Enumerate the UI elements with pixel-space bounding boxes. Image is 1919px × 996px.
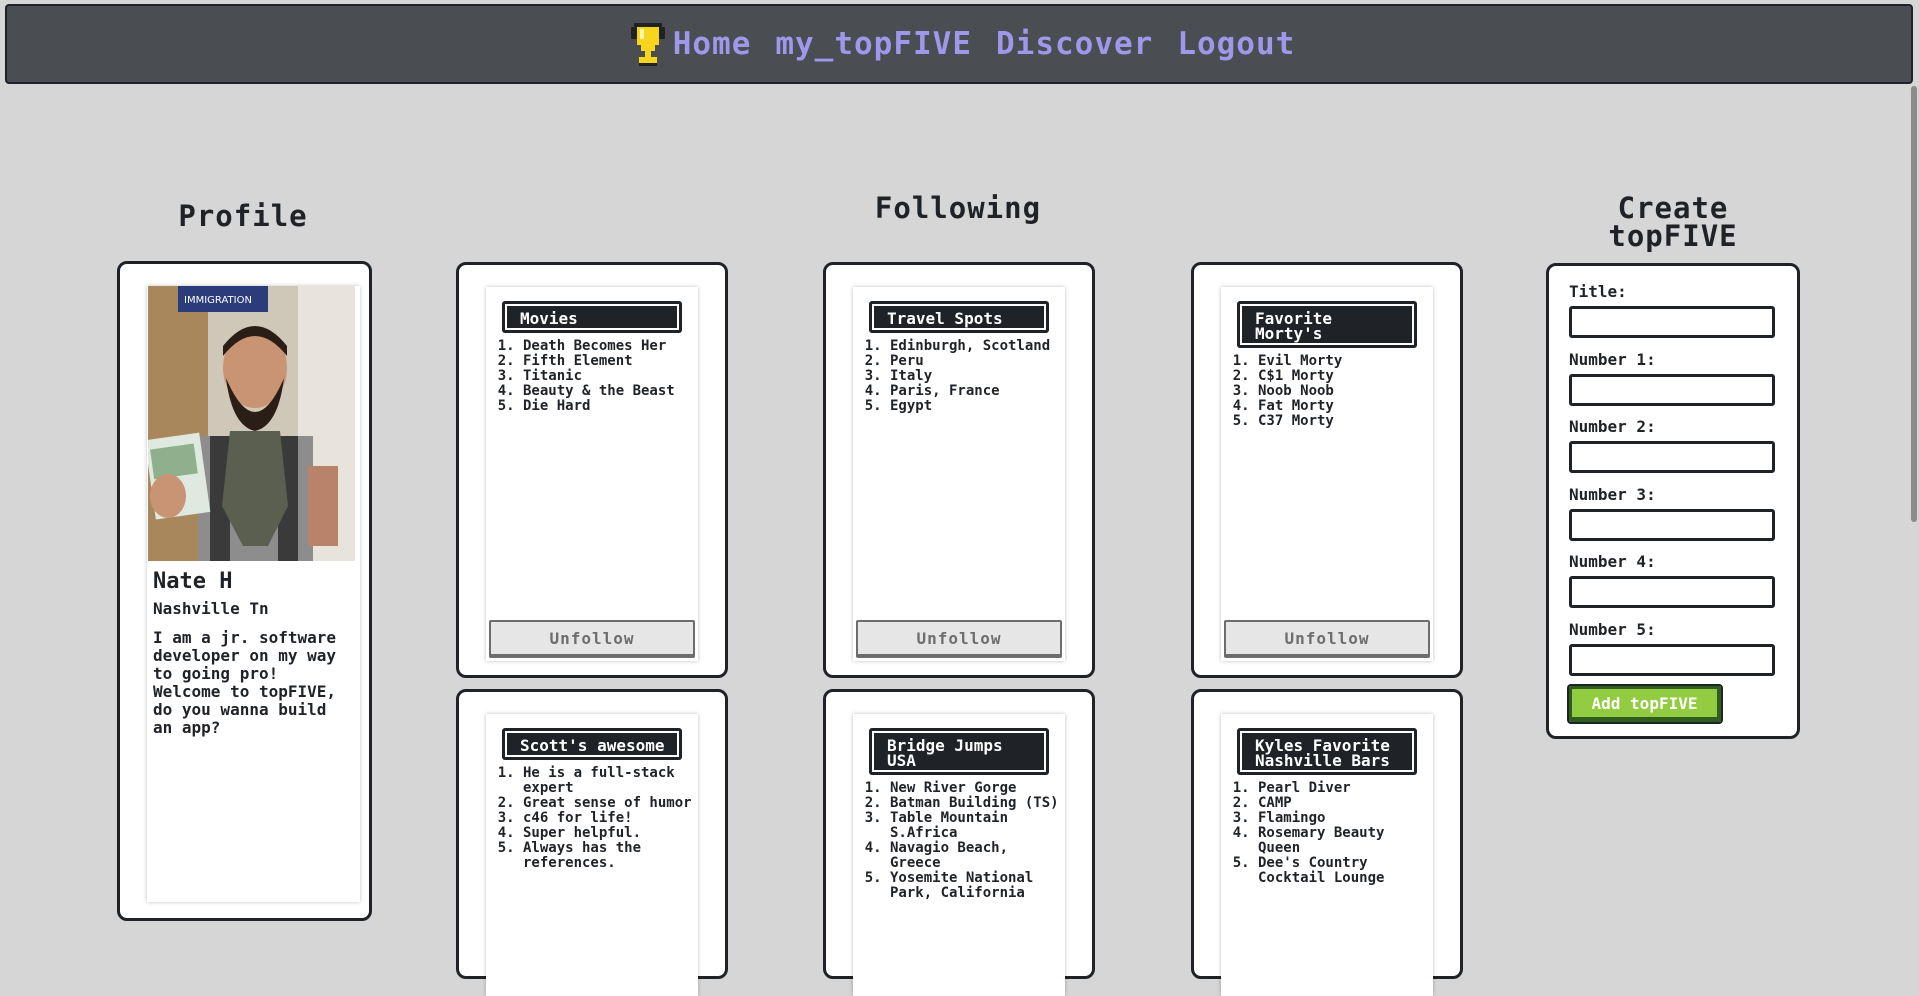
page-scrollbar[interactable] bbox=[1911, 86, 1917, 522]
topfive-list-inner: Scott's awesome He is a full-stack expert… bbox=[486, 714, 698, 996]
number-4-input[interactable] bbox=[1569, 576, 1775, 608]
topfive-list-inner: Kyles Favorite Nashville Bars Pearl Diver… bbox=[1221, 714, 1433, 996]
nav-logout-link[interactable]: Logout bbox=[1177, 26, 1295, 62]
list-item: Flamingo bbox=[1258, 811, 1429, 826]
svg-text:IMMIGRATION: IMMIGRATION bbox=[184, 295, 252, 306]
profile-bio: I am a jr. software developer on my way … bbox=[153, 628, 337, 737]
list-item: Edinburgh, Scotland bbox=[890, 339, 1061, 354]
list-item: Fifth Element bbox=[523, 354, 694, 369]
topfive-list-title: Kyles Favorite Nashville Bars bbox=[1237, 728, 1417, 775]
topfive-list-title: Scott's awesome bbox=[502, 728, 682, 760]
list-item: Fat Morty bbox=[1258, 399, 1429, 414]
nav-my-topfive-link[interactable]: my_topFIVE bbox=[775, 26, 972, 62]
list-item: Rosemary Beauty Queen bbox=[1258, 826, 1429, 856]
trophy-icon bbox=[630, 23, 665, 66]
topfive-list-card: Favorite Morty's Evil MortyC$1 MortyNoob … bbox=[1191, 262, 1463, 678]
list-item: Egypt bbox=[890, 399, 1061, 414]
topfive-list-inner: Movies Death Becomes HerFifth ElementTita… bbox=[486, 287, 698, 661]
list-item: c46 for life! bbox=[523, 811, 694, 826]
profile-card: IMMIGRATION Nate H Nashville Tn I am a j… bbox=[117, 261, 372, 921]
create-topfive-heading: Create topFIVE bbox=[1546, 191, 1800, 253]
create-topfive-form: Title: Number 1: Number 2: Number 3: Num… bbox=[1546, 263, 1800, 739]
list-item: Table Mountain S.Africa bbox=[890, 811, 1061, 841]
topfive-list-card: Movies Death Becomes HerFifth ElementTita… bbox=[456, 262, 728, 678]
list-item: Pearl Diver bbox=[1258, 781, 1429, 796]
unfollow-button[interactable]: Unfollow bbox=[1224, 620, 1430, 658]
list-item: He is a full-stack expert bbox=[523, 766, 694, 796]
profile-heading: Profile bbox=[178, 199, 308, 233]
number-3-input[interactable] bbox=[1569, 509, 1775, 541]
topfive-list-title: Travel Spots bbox=[869, 301, 1049, 333]
number-5-label: Number 5: bbox=[1569, 620, 1656, 639]
topfive-list-title: Bridge Jumps USA bbox=[869, 728, 1049, 775]
navbar: Home my_topFIVE Discover Logout bbox=[5, 4, 1913, 84]
title-input[interactable] bbox=[1569, 306, 1775, 338]
list-item: Death Becomes Her bbox=[523, 339, 694, 354]
list-item: Paris, France bbox=[890, 384, 1061, 399]
list-item: Batman Building (TS) bbox=[890, 796, 1061, 811]
number-1-label: Number 1: bbox=[1569, 350, 1656, 369]
topfive-list-items: Edinburgh, ScotlandPeruItalyParis, Franc… bbox=[853, 339, 1061, 414]
list-item: Yosemite National Park, California bbox=[890, 871, 1061, 901]
list-item: CAMP bbox=[1258, 796, 1429, 811]
topfive-list-card: Scott's awesome He is a full-stack expert… bbox=[456, 689, 728, 996]
list-item: Die Hard bbox=[523, 399, 694, 414]
list-item: New River Gorge bbox=[890, 781, 1061, 796]
topfive-list-items: New River GorgeBatman Building (TS)Table… bbox=[853, 781, 1061, 901]
following-heading: Following bbox=[874, 191, 1042, 225]
unfollow-button[interactable]: Unfollow bbox=[856, 620, 1062, 658]
list-item: Noob Noob bbox=[1258, 384, 1429, 399]
list-item: Italy bbox=[890, 369, 1061, 384]
nav-home-link[interactable]: Home bbox=[673, 26, 752, 62]
topfive-list-card: Travel Spots Edinburgh, ScotlandPeruItaly… bbox=[823, 262, 1095, 678]
number-1-input[interactable] bbox=[1569, 374, 1775, 406]
topfive-list-inner: Travel Spots Edinburgh, ScotlandPeruItaly… bbox=[853, 287, 1065, 661]
profile-name: Nate H bbox=[153, 569, 233, 594]
topfive-list-title: Favorite Morty's bbox=[1237, 301, 1417, 348]
list-item: C37 Morty bbox=[1258, 414, 1429, 429]
number-2-label: Number 2: bbox=[1569, 417, 1656, 436]
topfive-list-card: Kyles Favorite Nashville Bars Pearl Diver… bbox=[1191, 689, 1463, 996]
number-5-input[interactable] bbox=[1569, 644, 1775, 676]
profile-card-inner: IMMIGRATION Nate H Nashville Tn I am a j… bbox=[147, 286, 360, 902]
number-4-label: Number 4: bbox=[1569, 552, 1656, 571]
list-item: Great sense of humor bbox=[523, 796, 694, 811]
list-item: Super helpful. bbox=[523, 826, 694, 841]
list-item: Evil Morty bbox=[1258, 354, 1429, 369]
topfive-list-items: Evil MortyC$1 MortyNoob NoobFat MortyC37… bbox=[1221, 354, 1429, 429]
topfive-list-inner: Bridge Jumps USA New River GorgeBatman Bu… bbox=[853, 714, 1065, 996]
topfive-list-items: He is a full-stack expertGreat sense of … bbox=[486, 766, 694, 871]
nav-discover-link[interactable]: Discover bbox=[996, 26, 1153, 62]
add-topfive-button[interactable]: Add topFIVE bbox=[1567, 684, 1723, 724]
list-item: Titanic bbox=[523, 369, 694, 384]
list-item: Navagio Beach, Greece bbox=[890, 841, 1061, 871]
list-item: Peru bbox=[890, 354, 1061, 369]
profile-location: Nashville Tn bbox=[153, 599, 269, 618]
number-2-input[interactable] bbox=[1569, 441, 1775, 473]
unfollow-button[interactable]: Unfollow bbox=[489, 620, 695, 658]
list-item: C$1 Morty bbox=[1258, 369, 1429, 384]
topfive-list-card: Bridge Jumps USA New River GorgeBatman Bu… bbox=[823, 689, 1095, 996]
topfive-list-items: Pearl DiverCAMPFlamingoRosemary Beauty Q… bbox=[1221, 781, 1429, 886]
number-3-label: Number 3: bbox=[1569, 485, 1656, 504]
nav-links: Home my_topFIVE Discover Logout bbox=[630, 21, 1320, 67]
title-label: Title: bbox=[1569, 282, 1627, 301]
list-item: Dee's Country Cocktail Lounge bbox=[1258, 856, 1429, 886]
list-item: Always has the references. bbox=[523, 841, 694, 871]
topfive-list-items: Death Becomes HerFifth ElementTitanicBea… bbox=[486, 339, 694, 414]
list-item: Beauty & the Beast bbox=[523, 384, 694, 399]
profile-photo: IMMIGRATION bbox=[148, 286, 355, 561]
topfive-list-inner: Favorite Morty's Evil MortyC$1 MortyNoob … bbox=[1221, 287, 1433, 661]
create-heading-line-1: Create bbox=[1617, 191, 1729, 225]
create-heading-line-2: topFIVE bbox=[1608, 219, 1738, 253]
topfive-list-title: Movies bbox=[502, 301, 682, 333]
